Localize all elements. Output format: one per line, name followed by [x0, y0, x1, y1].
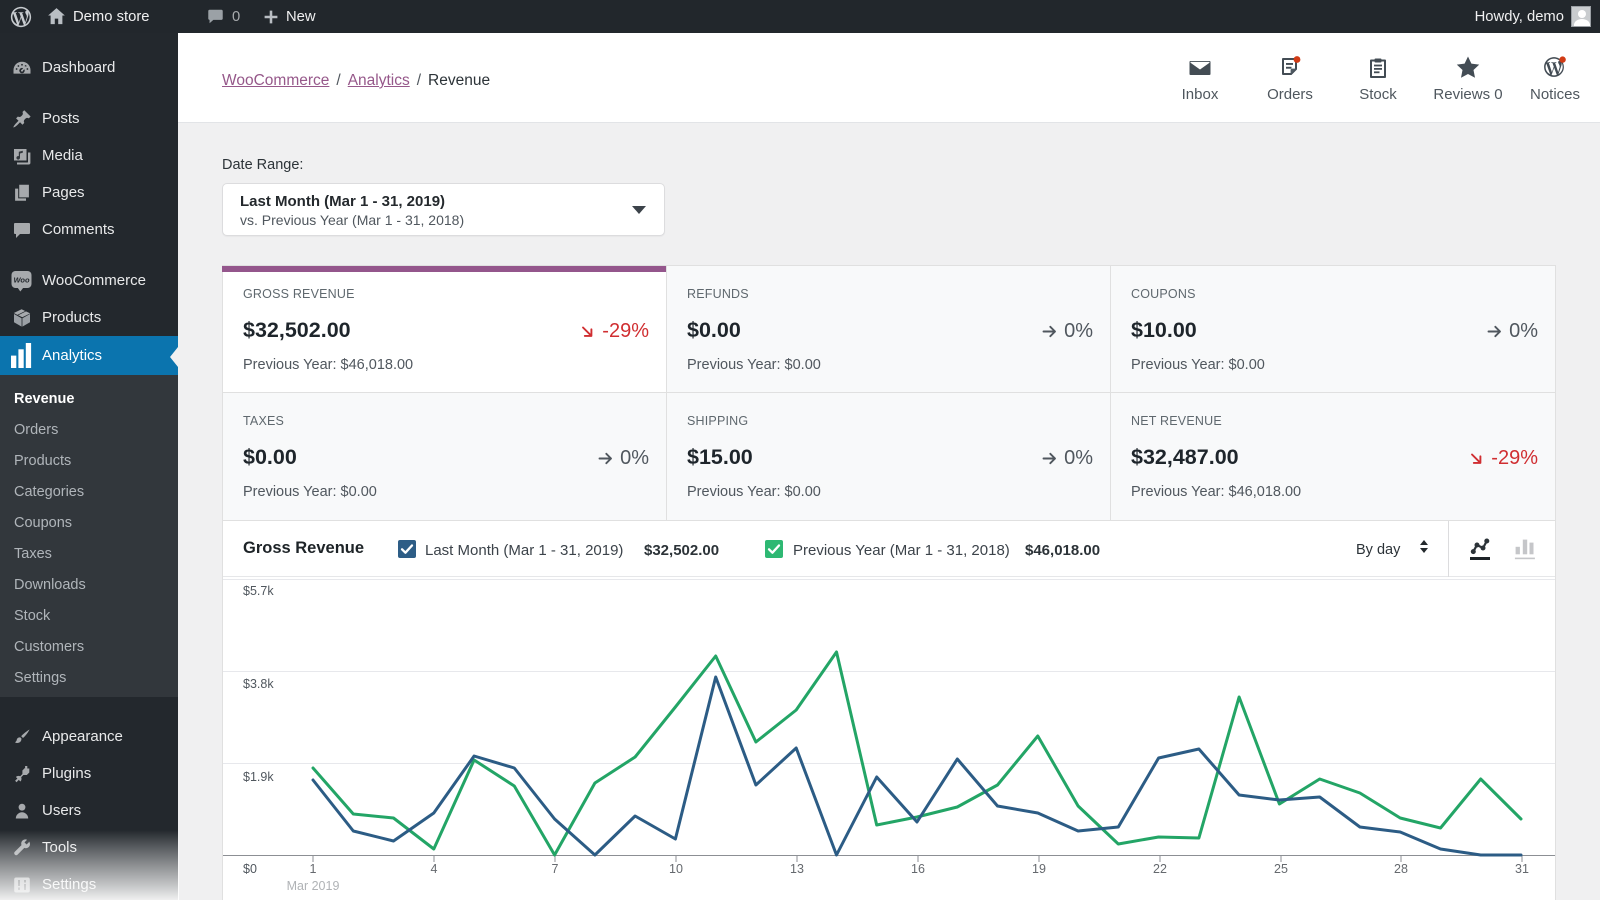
svg-text:1: 1 [310, 862, 317, 876]
svg-text:19: 19 [1032, 862, 1046, 876]
svg-text:25: 25 [1274, 862, 1288, 876]
svg-text:13: 13 [790, 862, 804, 876]
svg-text:16: 16 [911, 862, 925, 876]
svg-text:28: 28 [1394, 862, 1408, 876]
svg-text:22: 22 [1153, 862, 1167, 876]
svg-text:31: 31 [1515, 862, 1529, 876]
svg-text:Mar 2019: Mar 2019 [287, 879, 340, 893]
svg-text:$5.7k: $5.7k [243, 584, 274, 598]
svg-text:4: 4 [431, 862, 438, 876]
svg-text:10: 10 [669, 862, 683, 876]
svg-text:$0: $0 [243, 862, 257, 876]
svg-text:$1.9k: $1.9k [243, 770, 274, 784]
svg-text:Woo: Woo [13, 275, 30, 284]
svg-text:7: 7 [552, 862, 559, 876]
svg-text:$3.8k: $3.8k [243, 677, 274, 691]
